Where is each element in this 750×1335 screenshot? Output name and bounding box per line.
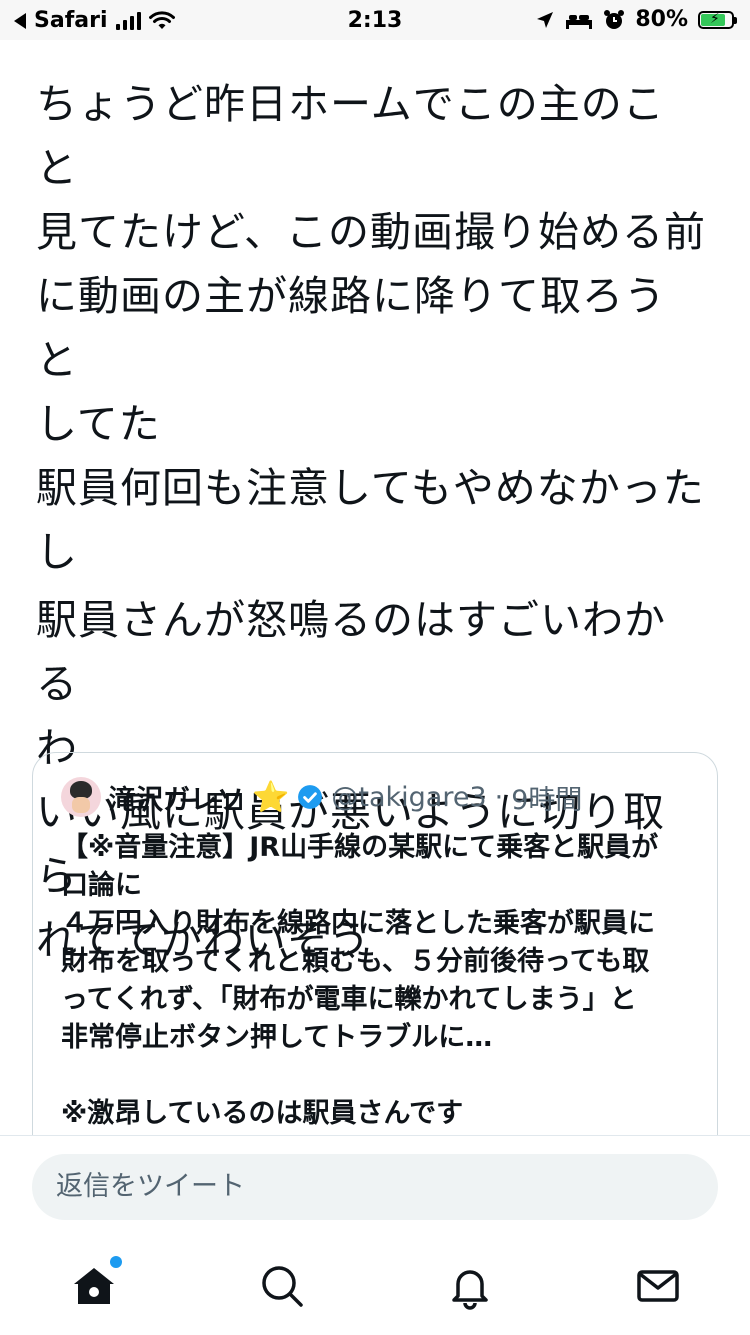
- tab-notifications[interactable]: [446, 1262, 494, 1310]
- notifications-icon: [452, 1270, 488, 1310]
- alarm-clock-icon: [604, 9, 625, 29]
- star-emoji: ⭐: [252, 779, 290, 815]
- status-right: 80% ⚡: [535, 7, 737, 32]
- tab-messages[interactable]: [634, 1262, 682, 1310]
- quoted-tweet-body: 【※音量注意】JR山手線の某駅にて乗客と駅員が 口論に ４万円入り財布を線路内に…: [61, 832, 659, 1129]
- verified-badge-icon: [298, 785, 323, 809]
- tab-search[interactable]: [258, 1262, 306, 1310]
- battery-percent: 80%: [635, 7, 688, 32]
- quoted-tweet-card[interactable]: 滝沢ガレソ ⭐ @takigare3 · 9時間 【※音量注意】JR山手線の某駅…: [32, 752, 718, 1172]
- quoted-author-name[interactable]: 滝沢ガレソ: [109, 778, 244, 817]
- status-bar: Safari 2:13 80% ⚡: [0, 0, 750, 40]
- quoted-timestamp: 9時間: [511, 784, 583, 816]
- avatar[interactable]: [61, 777, 101, 817]
- sleep-bed-icon: [566, 14, 593, 29]
- quoted-author-handle[interactable]: @takigare3: [331, 782, 486, 813]
- location-arrow-icon: [537, 11, 554, 28]
- reply-input[interactable]: 返信をツイート: [32, 1154, 718, 1220]
- separator-dot: ·: [494, 781, 504, 813]
- tab-bar: [0, 1254, 750, 1324]
- tab-home[interactable]: [70, 1256, 122, 1310]
- messages-icon: [637, 1270, 679, 1302]
- home-icon: [74, 1268, 114, 1304]
- quoted-tweet-header: 滝沢ガレソ ⭐ @takigare3 · 9時間: [61, 777, 582, 817]
- search-icon: [262, 1266, 303, 1307]
- battery-charging-icon: ⚡: [698, 10, 737, 29]
- notification-dot: [110, 1256, 122, 1268]
- tweet-paragraph: ちょうど昨日ホームでこの主のこと 見てたけど、この動画撮り始める前 に動画の主が…: [36, 80, 706, 576]
- bottom-area: 返信をツイート: [0, 1135, 750, 1335]
- charging-bolt-icon: ⚡: [710, 10, 720, 27]
